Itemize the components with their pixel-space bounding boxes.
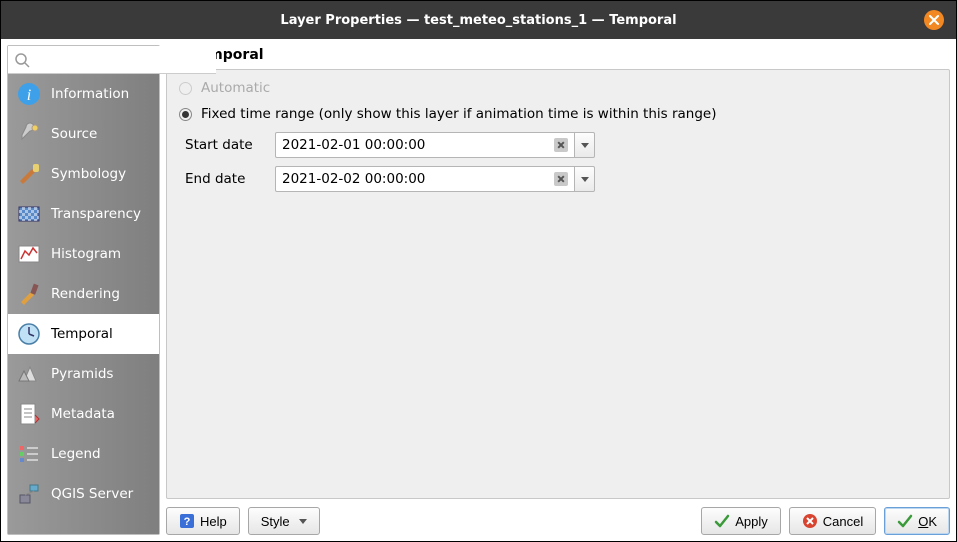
sidebar-item-label: Metadata bbox=[51, 406, 115, 422]
sidebar-item-symbology[interactable]: Symbology bbox=[8, 154, 159, 194]
temporal-form: Automatic Fixed time range (only show th… bbox=[166, 69, 950, 499]
start-date-label: Start date bbox=[185, 137, 265, 153]
option-automatic-label: Automatic bbox=[201, 80, 270, 96]
sidebar-item-rendering[interactable]: Rendering bbox=[8, 274, 159, 314]
sidebar-item-histogram[interactable]: Histogram bbox=[8, 234, 159, 274]
sidebar-item-pyramids[interactable]: Pyramids bbox=[8, 354, 159, 394]
end-date-dropdown[interactable] bbox=[575, 166, 595, 192]
sidebar-item-label: Transparency bbox=[51, 206, 141, 222]
ok-button[interactable]: OK bbox=[884, 507, 950, 535]
style-button[interactable]: Style bbox=[248, 507, 320, 535]
search-icon bbox=[14, 52, 30, 68]
radio-automatic bbox=[179, 82, 192, 95]
sidebar-item-information[interactable]: i Information bbox=[8, 74, 159, 114]
server-icon bbox=[16, 481, 42, 507]
chevron-down-icon bbox=[299, 519, 307, 524]
end-date-input: 2021-02-02 00:00:00 bbox=[275, 166, 595, 192]
sidebar-item-label: Source bbox=[51, 126, 97, 142]
end-date-label: End date bbox=[185, 171, 265, 187]
end-date-field[interactable]: 2021-02-02 00:00:00 bbox=[275, 166, 575, 192]
svg-text:i: i bbox=[27, 87, 31, 104]
check-icon bbox=[714, 513, 730, 529]
wrench-icon bbox=[16, 121, 42, 147]
search-wrap bbox=[8, 46, 159, 74]
end-date-value: 2021-02-02 00:00:00 bbox=[282, 171, 554, 187]
titlebar: Layer Properties — test_meteo_stations_1… bbox=[1, 1, 956, 39]
help-button-label: Help bbox=[200, 514, 227, 529]
option-automatic: Automatic bbox=[179, 80, 937, 96]
legend-icon bbox=[16, 441, 42, 467]
sidebar-item-source[interactable]: Source bbox=[8, 114, 159, 154]
dialog-body: i Information Source Symbology Transpare… bbox=[1, 39, 956, 541]
sidebar-item-temporal[interactable]: Temporal bbox=[8, 314, 159, 354]
clear-icon[interactable] bbox=[554, 172, 568, 186]
cancel-icon bbox=[802, 513, 818, 529]
sidebar-list: i Information Source Symbology Transpare… bbox=[8, 74, 159, 534]
ok-icon bbox=[897, 513, 913, 529]
option-fixed-label: Fixed time range (only show this layer i… bbox=[201, 106, 717, 122]
layer-properties-dialog: Layer Properties — test_meteo_stations_1… bbox=[0, 0, 957, 542]
start-date-input: 2021-02-01 00:00:00 bbox=[275, 132, 595, 158]
cancel-button[interactable]: Cancel bbox=[789, 507, 876, 535]
paintbrush-icon bbox=[16, 281, 42, 307]
search-input[interactable] bbox=[8, 46, 216, 74]
main-panel: Temporal Automatic Fixed time range (onl… bbox=[166, 45, 950, 535]
option-fixed-range[interactable]: Fixed time range (only show this layer i… bbox=[179, 106, 937, 122]
svg-text:?: ? bbox=[184, 516, 191, 528]
sidebar-item-label: QGIS Server bbox=[51, 486, 133, 502]
window-title: Layer Properties — test_meteo_stations_1… bbox=[280, 13, 676, 28]
histogram-icon bbox=[16, 241, 42, 267]
metadata-icon bbox=[16, 401, 42, 427]
sidebar-item-label: Symbology bbox=[51, 166, 126, 182]
sidebar-item-label: Temporal bbox=[51, 326, 113, 342]
info-icon: i bbox=[16, 81, 42, 107]
apply-button-label: Apply bbox=[735, 514, 768, 529]
sidebar-item-transparency[interactable]: Transparency bbox=[8, 194, 159, 234]
help-icon: ? bbox=[179, 513, 195, 529]
start-date-field[interactable]: 2021-02-01 00:00:00 bbox=[275, 132, 575, 158]
sidebar: i Information Source Symbology Transpare… bbox=[7, 45, 160, 535]
sidebar-item-qgis-server[interactable]: QGIS Server bbox=[8, 474, 159, 514]
date-grid: Start date 2021-02-01 00:00:00 End date … bbox=[185, 132, 937, 192]
sidebar-item-label: Histogram bbox=[51, 246, 121, 262]
brush-icon bbox=[16, 161, 42, 187]
close-icon[interactable] bbox=[924, 10, 944, 30]
clear-icon[interactable] bbox=[554, 138, 568, 152]
sidebar-item-label: Information bbox=[51, 86, 129, 102]
cancel-button-label: Cancel bbox=[823, 514, 863, 529]
start-date-dropdown[interactable] bbox=[575, 132, 595, 158]
sidebar-item-legend[interactable]: Legend bbox=[8, 434, 159, 474]
chevron-down-icon bbox=[581, 177, 589, 182]
pyramids-icon bbox=[16, 361, 42, 387]
sidebar-item-label: Legend bbox=[51, 446, 101, 462]
apply-button[interactable]: Apply bbox=[701, 507, 781, 535]
button-bar: ? Help Style Apply Cancel bbox=[166, 499, 950, 535]
start-date-value: 2021-02-01 00:00:00 bbox=[282, 137, 554, 153]
transparency-icon bbox=[16, 201, 42, 227]
radio-fixed[interactable] bbox=[179, 108, 192, 121]
temporal-header: Temporal bbox=[166, 45, 950, 69]
sidebar-item-label: Pyramids bbox=[51, 366, 113, 382]
sidebar-item-label: Rendering bbox=[51, 286, 120, 302]
help-button[interactable]: ? Help bbox=[166, 507, 240, 535]
style-button-label: Style bbox=[261, 514, 290, 529]
clock-icon bbox=[16, 321, 42, 347]
sidebar-item-metadata[interactable]: Metadata bbox=[8, 394, 159, 434]
ok-button-label: OK bbox=[918, 514, 937, 529]
chevron-down-icon bbox=[581, 143, 589, 148]
